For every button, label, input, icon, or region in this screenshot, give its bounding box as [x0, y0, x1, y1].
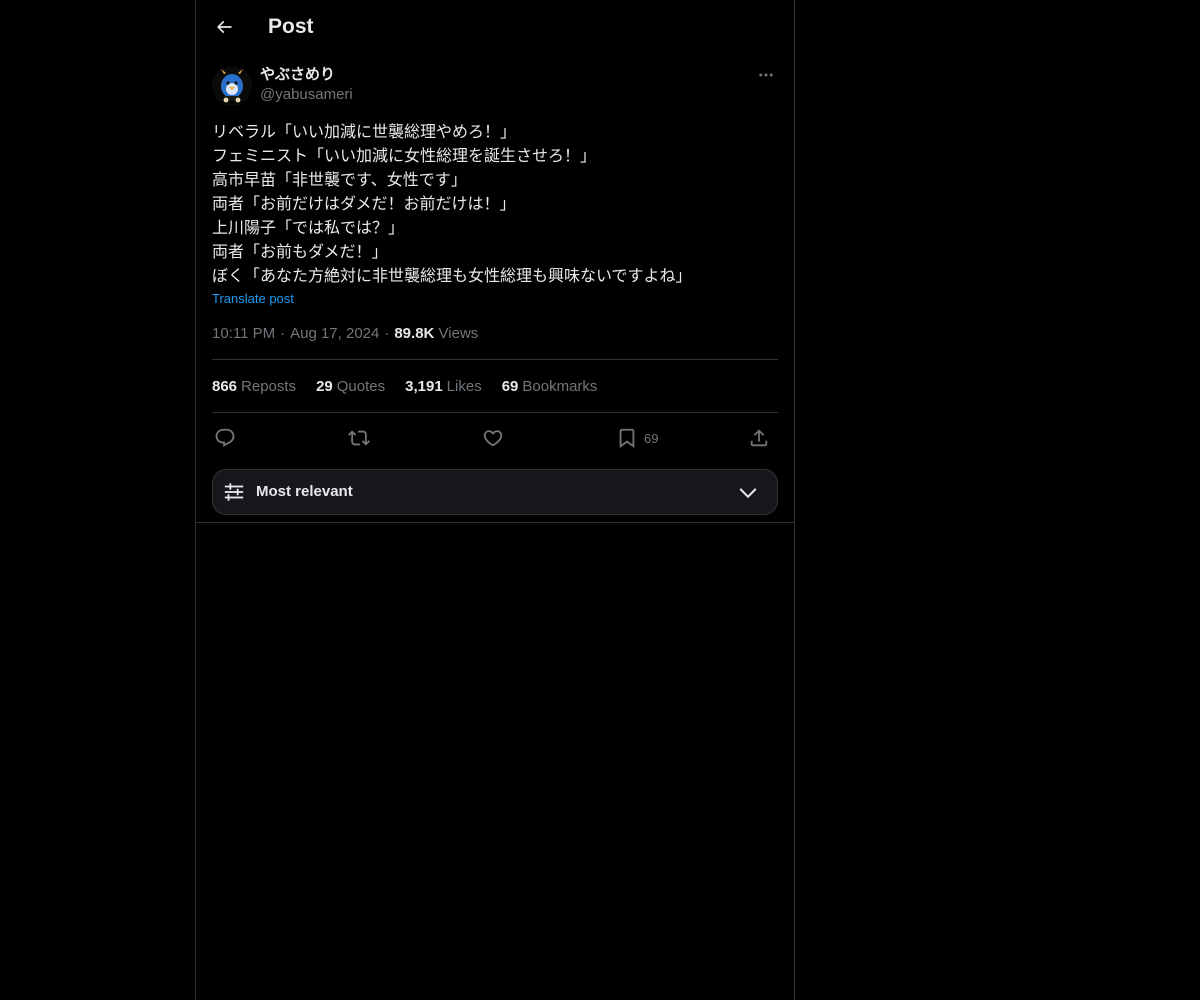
reply-icon [215, 428, 235, 447]
page-title: Post [268, 15, 314, 38]
post-author: やぶさめり @yabusameri [212, 64, 778, 108]
post-actions-bar: 69 [212, 424, 778, 452]
post-metadata: 10:11 PM · Aug 17, 2024 · 89.8K Views [212, 324, 478, 344]
reply-sort-dropdown[interactable]: Most relevant [212, 469, 778, 515]
likes-stat[interactable]: 3,191 Likes [405, 377, 482, 397]
meta-separator: · [280, 325, 286, 342]
author-handle[interactable]: @yabusameri [260, 85, 353, 105]
bookmark-button[interactable]: 69 [616, 424, 658, 452]
translate-post-link[interactable]: Translate post [212, 289, 294, 309]
reposts-label: Reposts [241, 378, 297, 395]
back-button[interactable] [210, 13, 238, 41]
post-detail-column: Post やぶさめり @yabusameri リベラル「いい加減に世襲総理やめろ… [195, 0, 795, 1000]
quotes-stat[interactable]: 29 Quotes [316, 377, 385, 397]
repost-icon [348, 430, 370, 446]
quotes-count: 29 [316, 378, 333, 395]
more-options-button[interactable] [754, 64, 778, 86]
section-divider [196, 522, 794, 523]
bookmarks-count: 69 [501, 378, 519, 395]
post-date[interactable]: Aug 17, 2024 [290, 325, 379, 342]
divider [212, 359, 778, 360]
reply-button[interactable] [214, 424, 236, 452]
share-button[interactable] [748, 424, 770, 452]
post-header: Post [196, 0, 794, 54]
sort-label: Most relevant [256, 483, 353, 500]
bookmarks-stat[interactable]: 69 Bookmarks [502, 377, 598, 397]
like-button[interactable] [482, 424, 504, 452]
author-display-name[interactable]: やぶさめり [260, 65, 335, 85]
more-dots-icon [759, 73, 773, 77]
likes-count: 3,191 [405, 378, 443, 395]
meta-separator: · [384, 325, 390, 342]
views-label: Views [438, 325, 479, 342]
quotes-label: Quotes [336, 378, 386, 395]
arrow-left-icon [216, 20, 232, 34]
chevron-down-icon [739, 488, 757, 499]
sliders-icon [224, 483, 244, 501]
reposts-count: 866 [212, 378, 238, 395]
post-text: リベラル「いい加減に世襲総理やめろ！」 フェミニスト「いい加減に女性総理を誕生さ… [212, 122, 692, 285]
bookmark-count: 69 [644, 430, 659, 446]
views-count: 89.8K [394, 325, 435, 342]
bookmark-icon [619, 428, 635, 449]
heart-icon [483, 430, 503, 447]
post-time[interactable]: 10:11 PM [212, 325, 275, 342]
avatar[interactable] [212, 66, 252, 106]
divider [212, 412, 778, 413]
repost-button[interactable] [348, 424, 370, 452]
avatar-image [212, 66, 252, 106]
post-stats: 866 Reposts 29 Quotes 3,191 Likes 69 Bookmar… [212, 377, 597, 397]
bookmarks-label: Bookmarks [522, 378, 598, 395]
likes-label: Likes [446, 378, 482, 395]
reposts-stat[interactable]: 866 Reposts [212, 377, 296, 397]
share-icon [750, 429, 768, 447]
